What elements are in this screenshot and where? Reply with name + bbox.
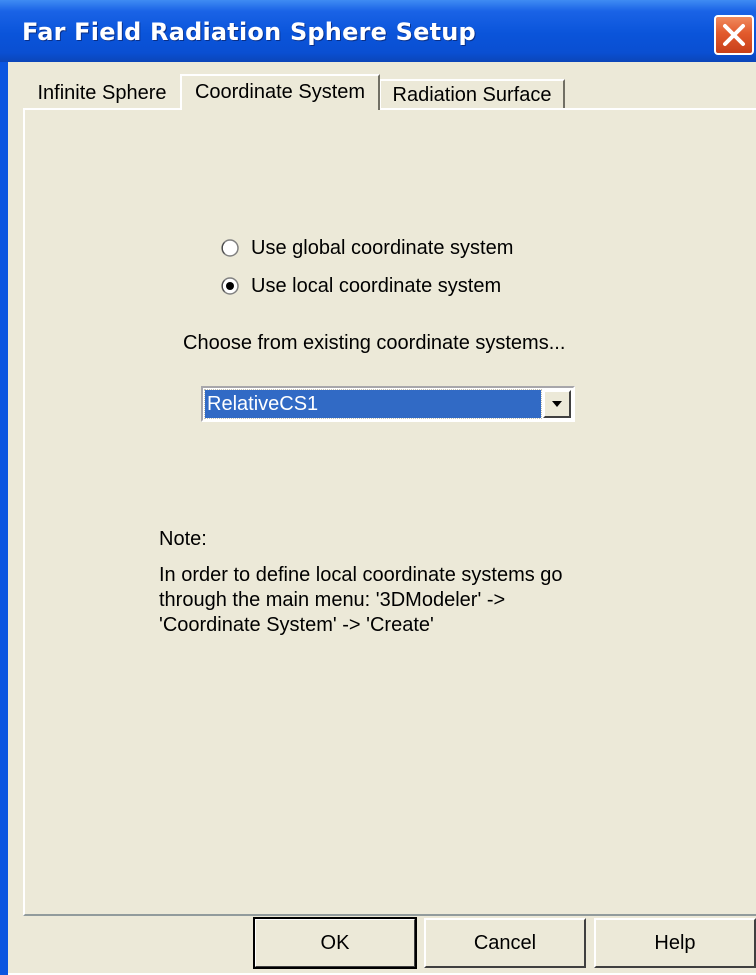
dropdown-button[interactable]: [543, 390, 571, 418]
dialog-body: Infinite Sphere Coordinate System Radiat…: [8, 62, 756, 975]
tab-panel: Use global coordinate system Use local c…: [23, 108, 756, 916]
radio-label-local: Use local coordinate system: [251, 274, 502, 297]
note-text-line: In order to define local coordinate syst…: [159, 564, 563, 586]
radio-option-global[interactable]: Use global coordinate system: [221, 234, 513, 262]
tab-radiation-surface[interactable]: Radiation Surface: [379, 79, 565, 109]
cancel-button[interactable]: Cancel: [424, 918, 586, 968]
dropdown-selected-value[interactable]: RelativeCS1: [204, 389, 542, 419]
close-button[interactable]: [714, 15, 754, 55]
chevron-down-icon: [552, 401, 562, 407]
dialog-window: Far Field Radiation Sphere Setup Infinit…: [0, 0, 756, 975]
title-bar[interactable]: Far Field Radiation Sphere Setup: [0, 0, 756, 62]
window-title: Far Field Radiation Sphere Setup: [22, 18, 476, 46]
ok-button[interactable]: OK: [253, 917, 417, 969]
radio-unchecked-icon[interactable]: [221, 239, 239, 257]
radio-checked-icon[interactable]: [221, 277, 239, 295]
note-text-line: 'Coordinate System' -> 'Create': [159, 614, 434, 636]
radio-option-local[interactable]: Use local coordinate system: [221, 272, 501, 300]
radio-label-global: Use global coordinate system: [251, 236, 514, 259]
coordinate-system-dropdown[interactable]: RelativeCS1: [201, 386, 575, 422]
note-heading: Note:: [159, 528, 207, 550]
choose-coordinate-system-label: Choose from existing coordinate systems.…: [183, 332, 566, 354]
tab-coordinate-system[interactable]: Coordinate System: [180, 74, 380, 110]
close-icon: [723, 24, 745, 46]
help-button[interactable]: Help: [594, 918, 756, 968]
tab-infinite-sphere[interactable]: Infinite Sphere: [23, 79, 181, 109]
note-text-line: through the main menu: '3DModeler' ->: [159, 589, 506, 611]
